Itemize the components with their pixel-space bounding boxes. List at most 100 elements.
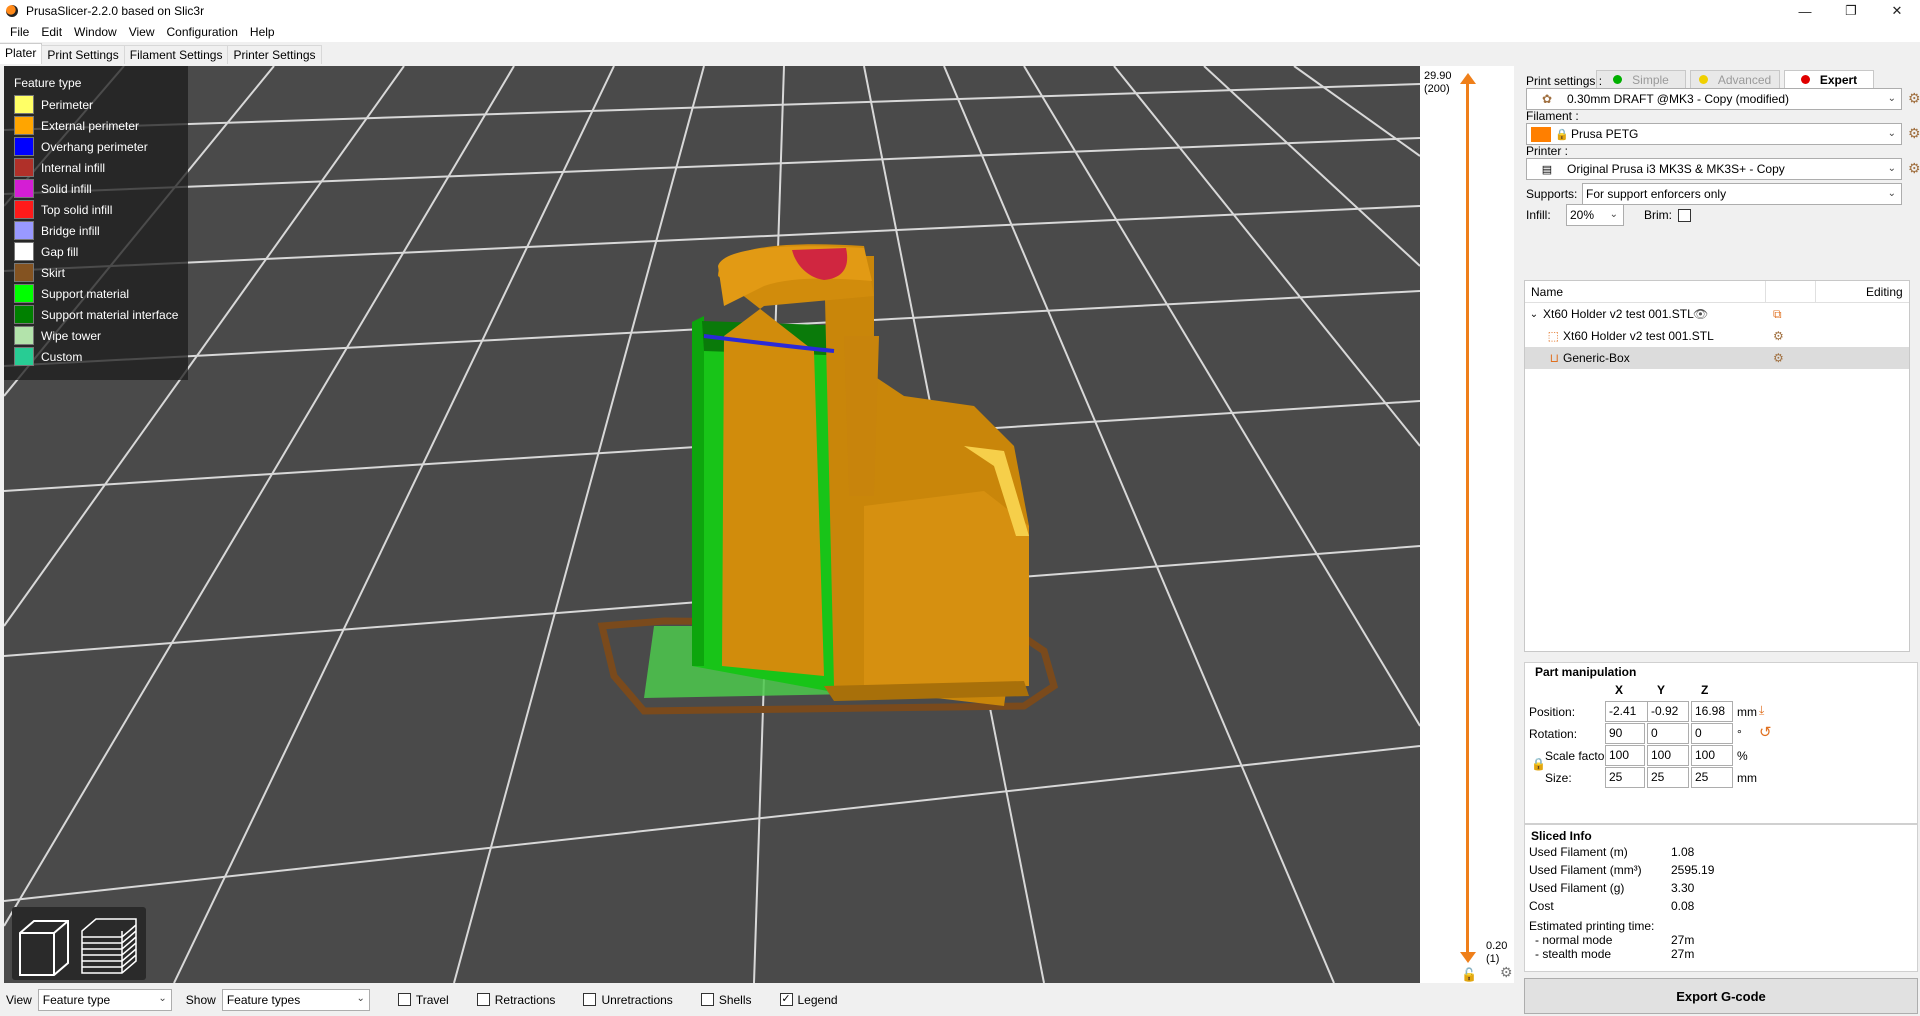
reset-rotation-icon[interactable]: ↺ [1759,723,1772,741]
rotation-z-input[interactable]: 0 [1691,723,1733,744]
scale-y-input[interactable]: 100 [1647,745,1689,766]
menu-configuration[interactable]: Configuration [161,25,244,39]
info-value: 27m [1671,933,1695,947]
drop-to-bed-icon[interactable]: ⤓ [1759,703,1764,718]
retractions-checkbox[interactable]: Retractions [476,993,555,1007]
printer-select[interactable]: ▤ Original Prusa i3 MK3S & MK3S+ - Copy … [1526,158,1902,180]
legend-label: Support material [41,286,130,301]
printer-value: Original Prusa i3 MK3S & MK3S+ - Copy [1567,162,1785,176]
filament-label: Filament : [1526,109,1579,123]
3d-view-cube-icon[interactable] [19,920,69,976]
chevron-down-icon[interactable]: ⌄ [1525,309,1543,320]
travel-checkbox[interactable]: Travel [397,993,449,1007]
info-value: 0.08 [1671,899,1695,913]
lock-icon[interactable]: 🔓 [1461,967,1477,983]
legend-item: Internal infill [14,157,188,178]
lock-icon[interactable]: 🔒 [1531,757,1546,771]
checkbox-box[interactable] [397,993,411,1006]
gear-icon[interactable]: ⚙ [1773,351,1784,365]
infill-select[interactable]: 20% ⌄ [1566,204,1624,226]
part-name: Generic-Box [1563,351,1630,365]
layer-slider-lower-thumb[interactable] [1460,952,1476,963]
layer-slider-upper-thumb[interactable] [1460,73,1476,84]
info-key: Used Filament (g) [1529,881,1625,895]
chevron-down-icon: ⌄ [158,992,167,1004]
brim-checkbox[interactable] [1678,209,1691,222]
legend-swatch [14,305,34,324]
legend-label: Wipe tower [41,328,102,343]
main-tabs: Plater Print Settings Filament Settings … [0,43,322,64]
brim-label: Brim: [1644,208,1672,222]
gear-icon[interactable]: ⚙ [1500,964,1513,981]
col-name-header[interactable]: Name [1525,285,1685,299]
sliced-info-row: Used Filament (g) 3.30 [1529,881,1694,895]
gear-icon[interactable]: ⚙ [1773,329,1784,343]
layer-top-index: (200) [1424,83,1450,95]
mode-expert-button[interactable]: Expert [1784,70,1874,89]
info-key: Used Filament (mm³) [1529,863,1642,877]
size-label: Size: [1545,771,1572,785]
scale-z-input[interactable]: 100 [1691,745,1733,766]
checkbox-box[interactable] [583,993,597,1006]
size-x-input[interactable]: 25 [1605,767,1645,788]
size-y-input[interactable]: 25 [1647,767,1689,788]
rotation-y-input[interactable]: 0 [1647,723,1689,744]
tab-plater[interactable]: Plater [0,43,43,64]
checkmark-icon[interactable]: ✓ [779,993,793,1006]
mode-advanced-label: Advanced [1717,72,1772,87]
supports-value: For support enforcers only [1586,187,1727,201]
checkbox-label: Unretractions [601,992,673,1007]
checkbox-box[interactable] [476,993,490,1006]
menu-help[interactable]: Help [244,25,281,39]
eye-icon[interactable]: 👁 [1693,307,1708,321]
3d-preview-canvas[interactable]: Feature type Perimeter External perimete… [4,66,1420,983]
scale-x-input[interactable]: 100 [1605,745,1645,766]
print-settings-gear-icon[interactable]: ⚙ [1908,90,1920,107]
size-z-input[interactable]: 25 [1691,767,1733,788]
menu-edit[interactable]: Edit [35,25,68,39]
add-part-icon[interactable]: ⧉ [1773,307,1782,322]
show-feature-select[interactable]: Feature types ⌄ [221,988,370,1011]
unretractions-checkbox[interactable]: Unretractions [583,992,673,1007]
printer-gear-icon[interactable]: ⚙ [1908,160,1920,177]
view-type-select[interactable]: Feature type ⌄ [37,988,172,1011]
column-divider [1815,280,1816,303]
menu-view[interactable]: View [123,25,161,39]
legend-swatch [14,158,34,177]
menu-window[interactable]: Window [68,25,123,39]
close-button[interactable]: ✕ [1874,0,1920,22]
minimize-button[interactable]: — [1782,0,1828,22]
legend-item: Support material [14,283,188,304]
filament-gear-icon[interactable]: ⚙ [1908,125,1920,142]
part-row-selected[interactable]: ⊔ Generic-Box ⚙ [1525,347,1909,369]
layer-top-label: 29.90 (200) [1424,70,1452,96]
supports-select[interactable]: For support enforcers only ⌄ [1582,183,1902,205]
layers-view-icon[interactable] [81,918,137,974]
mode-advanced-button[interactable]: Advanced [1690,70,1780,89]
part-row[interactable]: ⬚ Xt60 Holder v2 test 001.STL ⚙ [1525,325,1909,347]
advanced-mode-dot-icon [1698,75,1708,84]
print-settings-select[interactable]: ✿ 0.30mm DRAFT @MK3 - Copy (modified) ⌄ [1526,88,1902,110]
layer-slider-panel: 29.90 (200) 0.20 (1) 🔓 ⚙ [1420,66,1514,983]
legend-checkbox[interactable]: ✓ Legend [779,993,838,1007]
tab-printer-settings[interactable]: Printer Settings [227,45,322,64]
menu-file[interactable]: File [4,25,35,39]
col-editing-header[interactable]: Editing [1866,285,1903,299]
checkbox-box[interactable] [700,993,714,1006]
object-row[interactable]: ⌄ Xt60 Holder v2 test 001.STL 👁 ⧉ [1525,303,1909,325]
maximize-button[interactable]: ❐ [1828,0,1874,22]
filament-color-swatch [1531,126,1551,142]
position-y-input[interactable]: -0.92 [1647,701,1689,722]
rotation-x-input[interactable]: 90 [1605,723,1645,744]
export-gcode-button[interactable]: Export G-code [1524,978,1918,1014]
mode-simple-button[interactable]: Simple [1596,70,1686,89]
layer-slider-track[interactable] [1466,80,1469,952]
filament-select[interactable]: 🔒 Prusa PETG ⌄ [1526,123,1902,145]
legend-label: Skirt [41,265,65,280]
position-z-input[interactable]: 16.98 [1691,701,1733,722]
shells-checkbox[interactable]: Shells [700,993,752,1007]
menu-bar: File Edit Window View Configuration Help [0,22,1920,42]
tab-print-settings[interactable]: Print Settings [41,45,125,64]
tab-filament-settings[interactable]: Filament Settings [123,45,229,64]
part-icon: ⬚ [1547,329,1559,343]
